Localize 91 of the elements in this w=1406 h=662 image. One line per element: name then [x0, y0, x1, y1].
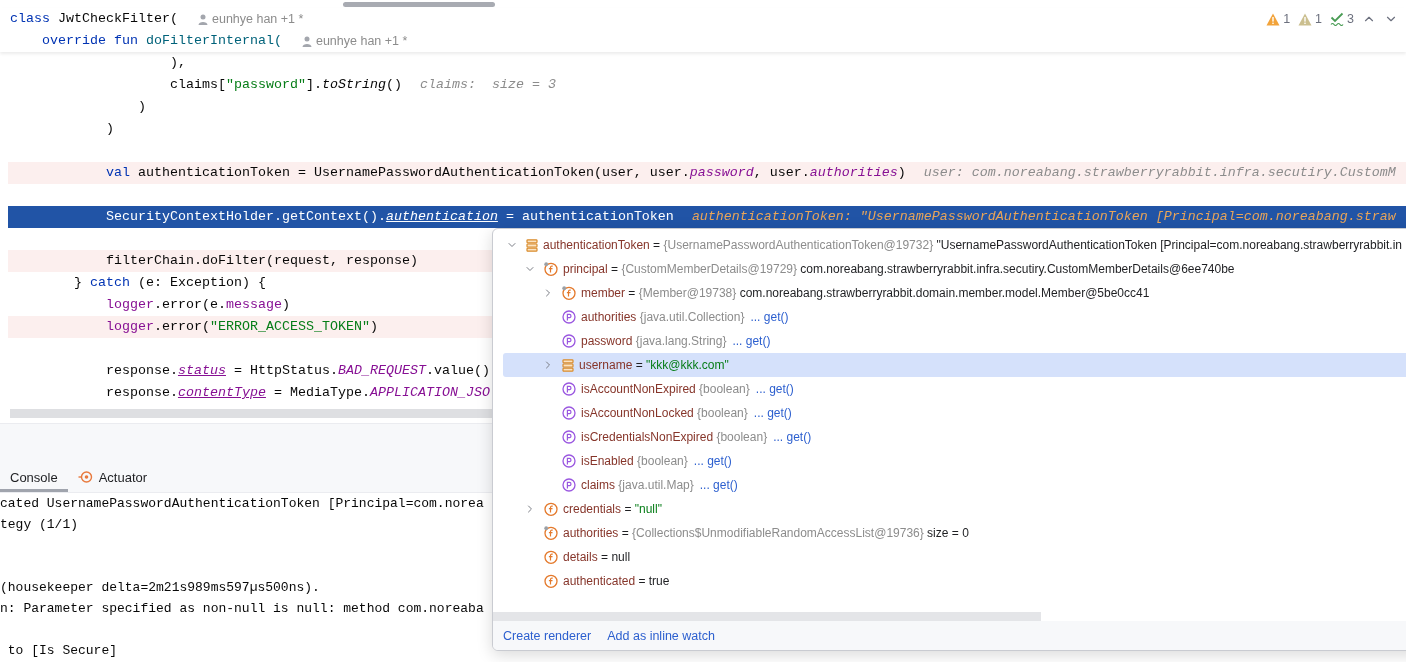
variable-label: authorities = {Collections$UnmodifiableRandomAccessList@19736} size = 0: [563, 526, 969, 540]
tree-row[interactable]: authenticationToken = {UsernamePasswordAuthenticationToken@19732} "UsernamePasswordAuthenticationToken [Principal=com.noreabang.strawberryrabbit.in: [503, 233, 1406, 257]
tree-row[interactable]: authorities {java.util.Collection} ... get(): [503, 305, 1406, 329]
tree-row[interactable]: isEnabled {boolean} ... get(): [503, 449, 1406, 473]
code-text: claims["password"].toString(): [168, 76, 402, 94]
problem-count[interactable]: 1: [1315, 12, 1323, 26]
getter-link[interactable]: ... get(): [699, 478, 738, 492]
inline-hint: authenticationToken: "UsernamePasswordAuthenticationToken [Principal=com.noreabang.straw: [691, 208, 1396, 226]
variable-label: principal = {CustomMemberDetails@19729} com.noreabang.strawberryrabbit.infra.secutiry.CustomMemberDetails@6ee740be: [563, 262, 1235, 276]
tree-row[interactable]: isCredentialsNonExpired {boolean} ... get(): [503, 425, 1406, 449]
code-text: val authenticationToken = UsernamePasswordAuthenticationToken(user, user.password, user.authorities): [104, 164, 906, 182]
tree-row[interactable]: username = "kkk@kkk.com": [503, 353, 1406, 377]
code-text: override fun doFilterInternal(: [41, 32, 282, 50]
variable-label: claims {java.util.Map}: [581, 478, 694, 492]
getter-link[interactable]: ... get(): [732, 334, 771, 348]
inline-hint: claims: size = 3: [419, 76, 556, 94]
target-icon: [77, 470, 93, 484]
property-icon: [562, 478, 576, 492]
code-text: ): [136, 98, 146, 116]
code-text: filterChain.doFilter(request, response): [104, 252, 418, 270]
variable-label: isCredentialsNonExpired {boolean}: [581, 430, 768, 444]
property-icon: [562, 382, 576, 396]
property-icon: [562, 310, 576, 324]
author-hint[interactable]: eunhye han +1 *: [212, 12, 304, 26]
field-icon: [544, 550, 558, 564]
getter-link[interactable]: ... get(): [753, 406, 792, 420]
variable-label: credentials = "null": [563, 502, 662, 516]
code-text: ): [104, 120, 114, 138]
code-text: response.contentType = MediaType.APPLICATION_JSO: [104, 384, 490, 402]
check-icon: [1330, 12, 1345, 26]
field-icon: [544, 526, 558, 540]
code-text: class JwtCheckFilter(: [10, 10, 178, 28]
author-hint[interactable]: eunhye han +1 *: [315, 34, 408, 48]
stacked-bars-icon: [526, 238, 538, 252]
problem-count[interactable]: 1: [1283, 12, 1291, 26]
variable-label: authenticated = true: [563, 574, 670, 588]
variable-label: member = {Member@19738} com.noreabang.strawberryrabbit.domain.member.model.Member@5be0cc41: [581, 286, 1150, 300]
variable-label: authorities {java.util.Collection}: [581, 310, 745, 324]
tool-tab[interactable]: Actuator: [67, 462, 158, 492]
console-line: cated UsernamePasswordAuthenticationToken [Principal=com.norea: [0, 495, 484, 513]
tree-row[interactable]: claims {java.util.Map} ... get(): [503, 473, 1406, 497]
code-text: ),: [168, 54, 186, 72]
tree-row[interactable]: password {java.lang.String} ... get(): [503, 329, 1406, 353]
code-text: } catch (e: Exception) {: [73, 274, 266, 292]
field-icon: [544, 262, 558, 276]
scrollbar[interactable]: [493, 612, 1041, 621]
console-line: (housekeeper delta=2m21s989ms597µs500ns).: [0, 579, 320, 597]
field-icon: [562, 286, 576, 300]
variable-label: password {java.lang.String}: [581, 334, 727, 348]
tree-row[interactable]: authenticated = true: [503, 569, 1406, 593]
variable-label: isEnabled {boolean}: [581, 454, 688, 468]
getter-link[interactable]: ... get(): [693, 454, 732, 468]
console-line: tegy (1/1): [0, 516, 78, 534]
getter-link[interactable]: ... get(): [755, 382, 794, 396]
code-text: logger.error("ERROR_ACCESS_TOKEN"): [104, 318, 378, 336]
tree-row[interactable]: details = null: [503, 545, 1406, 569]
tree-row[interactable]: isAccountNonExpired {boolean} ... get(): [503, 377, 1406, 401]
variable-label: isAccountNonLocked {boolean}: [581, 406, 748, 420]
field-icon: [544, 502, 558, 516]
property-icon: [562, 406, 576, 420]
property-icon: [562, 430, 576, 444]
getter-link[interactable]: ... get(): [773, 430, 812, 444]
person-icon: [198, 13, 208, 25]
tree-row[interactable]: principal = {CustomMemberDetails@19729} com.noreabang.strawberryrabbit.infra.secutiry.CustomMemberDetails@6ee740be: [503, 257, 1406, 281]
footer-link[interactable]: Create renderer: [503, 628, 592, 643]
variable-label: isAccountNonExpired {boolean}: [581, 382, 750, 396]
inline-hint: user: com.noreabang.strawberryrabbit.infra.secutiry.CustomM: [923, 164, 1396, 182]
tree-row[interactable]: member = {Member@19738} com.noreabang.strawberryrabbit.domain.member.model.Member@5be0cc41: [503, 281, 1406, 305]
getter-link[interactable]: ... get(): [750, 310, 789, 324]
tool-tab[interactable]: Console: [0, 462, 68, 492]
variable-label: details = null: [563, 550, 631, 564]
code-text: response.status = HttpStatus.BAD_REQUEST.value(): [104, 362, 490, 380]
field-icon: [544, 574, 558, 588]
tree-row[interactable]: authorities = {Collections$UnmodifiableRandomAccessList@19736} size = 0: [503, 521, 1406, 545]
code-text: SecurityContextHolder.getContext().authentication = authenticationToken: [104, 208, 674, 226]
scrollbar-thumb[interactable]: [343, 2, 495, 7]
property-icon: [562, 334, 576, 348]
stacked-bars-icon: [562, 358, 574, 372]
warning-icon: [1266, 12, 1281, 26]
footer-link[interactable]: Add as inline watch: [607, 628, 715, 643]
code-text: logger.error(e.message): [104, 296, 290, 314]
variable-label: authenticationToken = {UsernamePasswordAuthenticationToken@19732} "UsernamePasswordAuthenticationToken [Principal=com.noreabang.strawberryrabbit.in: [543, 238, 1402, 252]
variable-label: username = "kkk@kkk.com": [579, 358, 729, 372]
tree-row[interactable]: credentials = "null": [503, 497, 1406, 521]
console-line: to [Is Secure]: [6, 642, 118, 660]
console-line: n: Parameter specified as non-null is null: method com.noreaba: [0, 600, 484, 618]
problem-count[interactable]: 3: [1347, 12, 1354, 26]
person-icon: [301, 35, 312, 47]
tree-row[interactable]: isAccountNonLocked {boolean} ... get(): [503, 401, 1406, 425]
property-icon: [562, 454, 576, 468]
warning-icon: [1298, 12, 1313, 26]
